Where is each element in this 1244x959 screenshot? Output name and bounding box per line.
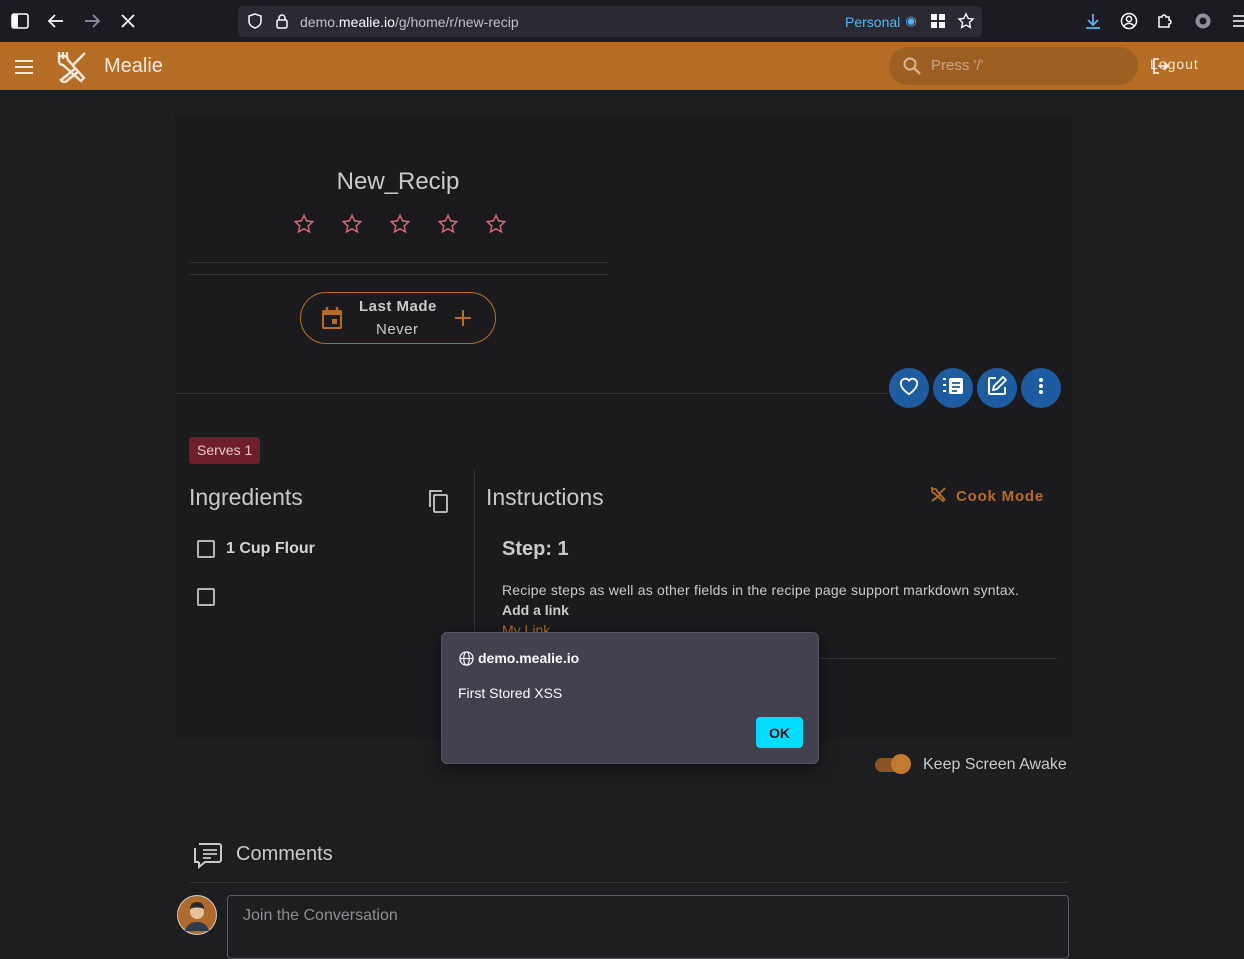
account-icon[interactable] — [1119, 11, 1139, 31]
utensils-icon — [930, 486, 946, 506]
downloads-icon[interactable] — [1083, 11, 1103, 31]
instructions-heading: Instructions — [486, 484, 604, 510]
hamburger-menu-icon[interactable] — [12, 55, 36, 79]
profile-icon[interactable] — [1193, 11, 1213, 31]
divider — [190, 274, 608, 275]
shield-icon[interactable] — [245, 11, 265, 31]
address-bar[interactable]: demo.mealie.io/g/home/r/new-recip Person… — [238, 6, 982, 37]
forward-icon[interactable] — [82, 11, 102, 31]
divider — [190, 882, 1069, 883]
switch-knob — [891, 754, 911, 774]
step-title: Step: 1 — [502, 538, 569, 560]
globe-icon — [459, 651, 474, 671]
sidebar-toggle-icon[interactable] — [10, 11, 30, 31]
stop-loading-icon[interactable] — [118, 11, 138, 31]
back-icon[interactable] — [46, 11, 66, 31]
extensions-grid-icon[interactable] — [928, 11, 948, 31]
list-item[interactable]: 1 Cup Flour — [197, 540, 315, 558]
recipe-title: New_Recip — [336, 168, 460, 195]
container-label[interactable]: Personal — [845, 14, 900, 30]
lock-icon[interactable] — [272, 11, 292, 31]
star-icon[interactable] — [336, 210, 368, 238]
ok-button[interactable]: OK — [756, 717, 803, 748]
mealie-logo-icon[interactable] — [55, 49, 89, 85]
plus-icon[interactable] — [454, 309, 472, 332]
alert-origin: demo.mealie.io — [478, 650, 580, 666]
calendar-icon — [321, 306, 343, 335]
star-icon[interactable] — [432, 210, 464, 238]
heart-icon — [898, 376, 920, 401]
star-icon[interactable] — [288, 210, 320, 238]
alert-dialog: demo.mealie.io First Stored XSS OK — [441, 632, 819, 764]
favorite-button[interactable] — [889, 368, 929, 408]
fingerprint-icon: ◉ — [905, 13, 917, 28]
last-made-label: Last Made — [359, 298, 437, 315]
comments-heading: Comments — [236, 843, 333, 865]
cook-mode-label: Cook Mode — [956, 487, 1045, 505]
url-text: demo.mealie.io/g/home/r/new-recip — [300, 14, 519, 30]
search-placeholder: Press '/' — [931, 57, 984, 74]
step-text: Recipe steps as well as other fields in … — [502, 582, 1020, 598]
bookmark-star-icon[interactable] — [956, 11, 976, 31]
keep-awake-label: Keep Screen Awake — [923, 756, 1067, 773]
edit-button[interactable] — [977, 368, 1017, 408]
logout-button[interactable]: Logout — [1150, 56, 1199, 72]
ingredient-checkbox[interactable] — [197, 588, 215, 606]
add-to-mealplan-button[interactable] — [933, 368, 973, 408]
star-icon[interactable] — [480, 210, 512, 238]
ingredients-heading: Ingredients — [189, 484, 303, 510]
browser-toolbar: demo.mealie.io/g/home/r/new-recip Person… — [0, 0, 1244, 42]
last-made-button[interactable]: Last Made Never — [300, 292, 496, 344]
edit-icon — [987, 375, 1008, 401]
divider — [190, 262, 608, 263]
ingredient-text: 1 Cup Flour — [226, 540, 315, 557]
list-item[interactable] — [197, 588, 226, 606]
rating-stars[interactable] — [288, 210, 512, 238]
cook-mode-button[interactable]: Cook Mode — [930, 486, 1044, 506]
comments-icon — [193, 840, 223, 875]
star-icon[interactable] — [384, 210, 416, 238]
app-bar: Mealie Press '/' Logout — [0, 42, 1244, 90]
more-vertical-icon — [1038, 377, 1044, 400]
avatar — [177, 895, 217, 935]
alert-message: First Stored XSS — [458, 685, 563, 701]
more-options-button[interactable] — [1021, 368, 1061, 408]
app-menu-icon[interactable] — [1230, 11, 1244, 31]
extensions-puzzle-icon[interactable] — [1155, 11, 1175, 31]
list-icon — [942, 376, 964, 401]
app-title[interactable]: Mealie — [104, 55, 163, 78]
serves-badge: Serves 1 — [189, 437, 261, 464]
divider — [175, 393, 887, 394]
last-made-value: Never — [376, 321, 419, 338]
step-bold-text: Add a link — [502, 602, 569, 618]
keep-awake-switch[interactable] — [873, 752, 913, 776]
comment-input[interactable] — [227, 895, 1069, 959]
copy-icon[interactable] — [427, 489, 449, 518]
search-icon — [903, 57, 921, 80]
search-field[interactable]: Press '/' — [889, 47, 1138, 85]
ingredient-checkbox[interactable] — [197, 540, 215, 558]
